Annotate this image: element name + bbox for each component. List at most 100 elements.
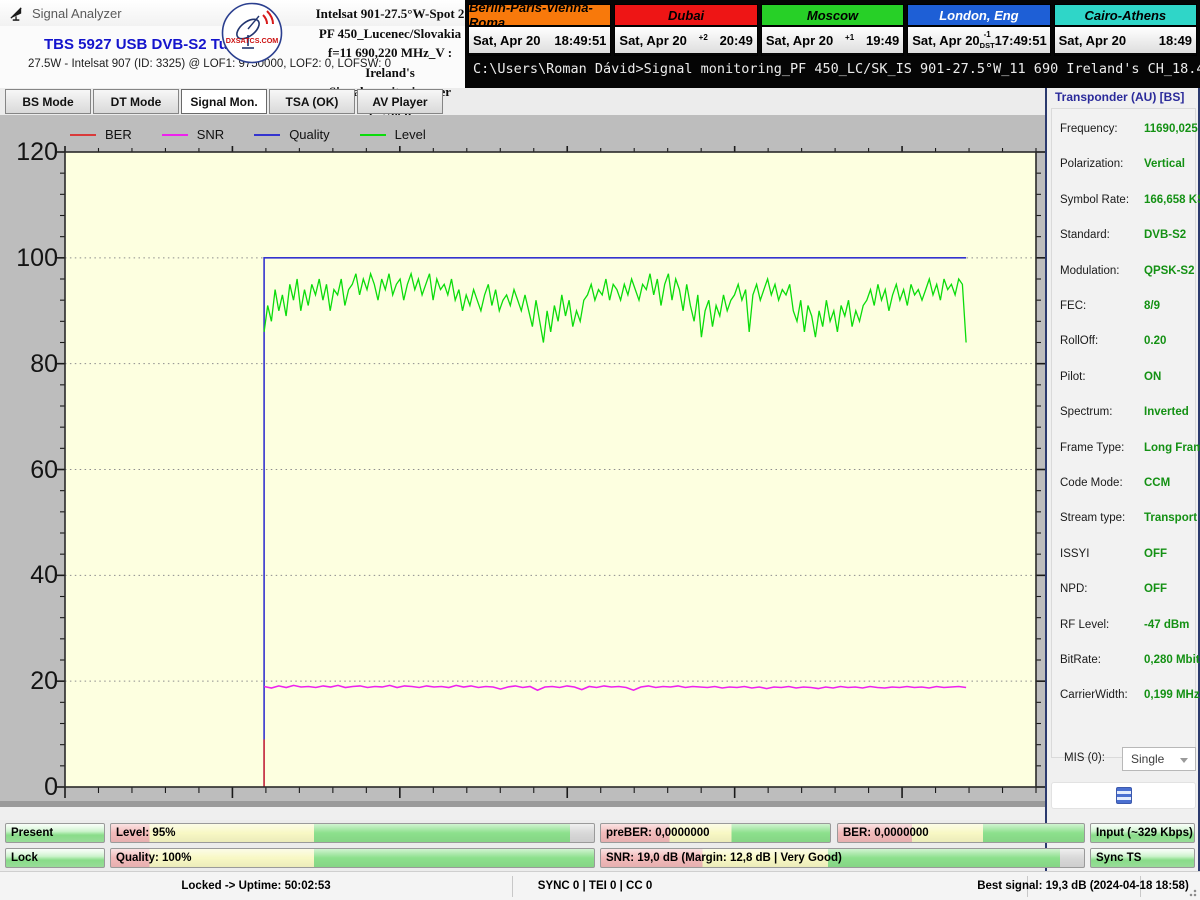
tab-bs-mode[interactable]: BS Mode [5, 89, 91, 114]
field-modulation: Modulation: QPSK-S2 [1060, 264, 1195, 281]
field-rolloff: RollOff: 0.20 [1060, 335, 1190, 351]
legend-line-snr [161, 133, 188, 136]
field-value: DVB-S2 [1144, 229, 1187, 242]
satellite-dish-icon [10, 7, 22, 21]
field-value: CCM [1144, 477, 1171, 489]
dxsatcs-logo: DXSATCS.COM [221, 2, 283, 64]
annotation-line-3: f=11 690,220 MHz_V : Ireland's [327, 45, 453, 80]
field-value: Vertical [1144, 158, 1185, 171]
field-value: 0,280 Mbit/s [1144, 654, 1200, 666]
console-command-line: C:\Users\Roman Dávid>Signal monitoring_P… [473, 61, 1200, 77]
field-value: 0,199 MHz [1144, 689, 1200, 702]
clock-cairo-athens: Cairo-Athens Sat, Apr 20 18:49 [1053, 4, 1198, 56]
clock-hms: 18:49 [1158, 32, 1193, 48]
clock-name: Cairo-Athens [1054, 5, 1197, 27]
mis-selected-value: Single [1131, 752, 1165, 766]
tab-dt-mode[interactable]: DT Mode [93, 89, 179, 114]
y-tick-label-100: 100 [16, 243, 58, 272]
clock-hms: 20:49 [719, 32, 753, 48]
clock-date: Sat, Apr 20 [1058, 32, 1127, 48]
legend-line-ber [70, 133, 96, 136]
field-value: Transport [1144, 512, 1198, 525]
field-label: ISSYI [1060, 547, 1090, 560]
clock-date: Sat, Apr 20 [912, 32, 980, 48]
logo-text: DXSATCS.COM [226, 36, 279, 45]
field-frame-type: Frame Type: Long Frame [1060, 442, 1200, 458]
field-bitrate: BitRate: 0,280 Mbit/s [1060, 654, 1200, 670]
mis-row: MIS (0): Single [1064, 747, 1196, 771]
signal-analyzer-window: Signal Analyzer TBS 5927 USB DVB-S2 Tune… [0, 0, 1200, 900]
field-spectrum: Spectrum: Inverted [1060, 406, 1190, 422]
legend-item-level: Level [359, 127, 426, 142]
chart-bottom-fill [0, 807, 1045, 820]
clock-moscow: Moscow Sat, Apr 20 +1 19:49 [760, 4, 905, 56]
status-sync-tei-cc: SYNC 0 | TEI 0 | CC 0 [537, 880, 653, 892]
clock-time: Sat, Apr 20 18:49:51 [469, 27, 611, 53]
tab-signal-mon[interactable]: Signal Mon. [181, 89, 267, 114]
field-value: 0.20 [1144, 335, 1167, 348]
save-record-button[interactable] [1051, 782, 1196, 809]
bar-label: Level: 95% [116, 827, 176, 839]
bar-label: Input (~329 Kbps) [1096, 827, 1193, 839]
signal-plot [56, 146, 1045, 798]
legend-label: SNR [196, 127, 225, 142]
legend-label: BER [105, 127, 132, 142]
field-label: Spectrum: [1060, 406, 1113, 419]
tab-tsa-ok[interactable]: TSA (OK) [269, 89, 355, 114]
clock-hms: 18:49:51 [554, 32, 607, 48]
tab-av-player[interactable]: AV Player [357, 89, 443, 114]
legend-line-quality [254, 133, 281, 136]
field-label: Modulation: [1060, 264, 1120, 277]
bar-label: SNR: 19,0 dB (Margin: 12,8 dB | Very Goo… [606, 852, 842, 864]
chart-legend: BER SNR Quality Level [70, 127, 426, 142]
console-window: Berlin-Paris-Vienna-Roma Sat, Apr 20 18:49… [465, 0, 1200, 88]
field-value: QPSK-S2 [1144, 264, 1195, 277]
legend-item-snr: SNR [161, 127, 225, 142]
field-pilot: Pilot: ON [1060, 371, 1190, 387]
clock-hms: 19:49 [865, 32, 900, 48]
legend-label: Quality [289, 127, 330, 142]
field-label: Polarization: [1060, 158, 1124, 171]
field-value: 8/9 [1144, 300, 1160, 312]
indicator-present: Present [5, 823, 105, 843]
legend-label: Level [394, 127, 426, 142]
field-label: RollOff: [1060, 335, 1099, 348]
legend-line-level [359, 133, 386, 136]
y-tick-label-20: 20 [30, 667, 58, 696]
indicator-sync-ts: Sync TS [1090, 848, 1195, 868]
bar-label: Quality: 100% [116, 852, 192, 864]
field-value: ON [1144, 370, 1162, 383]
mis-dropdown[interactable]: Single [1122, 747, 1196, 771]
clock-time: Sat, Apr 20 +2 20:49 [615, 27, 757, 53]
bar-label: Lock [11, 852, 38, 864]
field-value: 11690,025 MHz [1144, 123, 1200, 135]
clock-hms: 17:49:51 [994, 32, 1047, 48]
field-fec: FEC: 8/9 [1060, 300, 1190, 316]
field-label: Symbol Rate: [1060, 193, 1130, 206]
clock-name: Dubai [615, 5, 757, 27]
window-title: Signal Analyzer [32, 6, 122, 21]
field-polarization: Polarization: Vertical [1060, 158, 1190, 174]
legend-item-quality: Quality [254, 127, 330, 142]
statusbar-separator [512, 876, 513, 897]
y-tick-label-80: 80 [30, 349, 58, 378]
clock-date: Sat, Apr 20 [765, 32, 834, 48]
field-npd: NPD: OFF [1060, 583, 1190, 599]
clock-time: Sat, Apr 20 18:49 [1054, 27, 1197, 53]
resize-grip[interactable] [1187, 887, 1197, 897]
field-label: Pilot: [1060, 370, 1086, 383]
field-carrierwidth: CarrierWidth: 0,199 MHz [1060, 689, 1200, 705]
field-label: FEC: [1060, 300, 1087, 312]
world-clocks: Berlin-Paris-Vienna-Roma Sat, Apr 20 18:49… [468, 0, 1198, 56]
clock-time: Sat, Apr 20 +1 19:49 [761, 27, 904, 53]
bar-snr: SNR: 19,0 dB (Margin: 12,8 dB | Very Goo… [600, 848, 1085, 868]
field-label: Standard: [1060, 229, 1110, 242]
annotation-line-2: PF 450_Lucenec/Slovakia [318, 25, 462, 41]
field-label: RF Level: [1060, 618, 1110, 631]
disk-icon [1115, 787, 1132, 804]
mis-label: MIS (0): [1064, 752, 1105, 764]
field-value: Long Frame [1144, 441, 1200, 454]
clock-name: Berlin-Paris-Vienna-Roma [469, 0, 611, 30]
status-lock-uptime: Locked -> Uptime: 50:02:53 [181, 880, 331, 892]
field-value: OFF [1144, 583, 1167, 596]
